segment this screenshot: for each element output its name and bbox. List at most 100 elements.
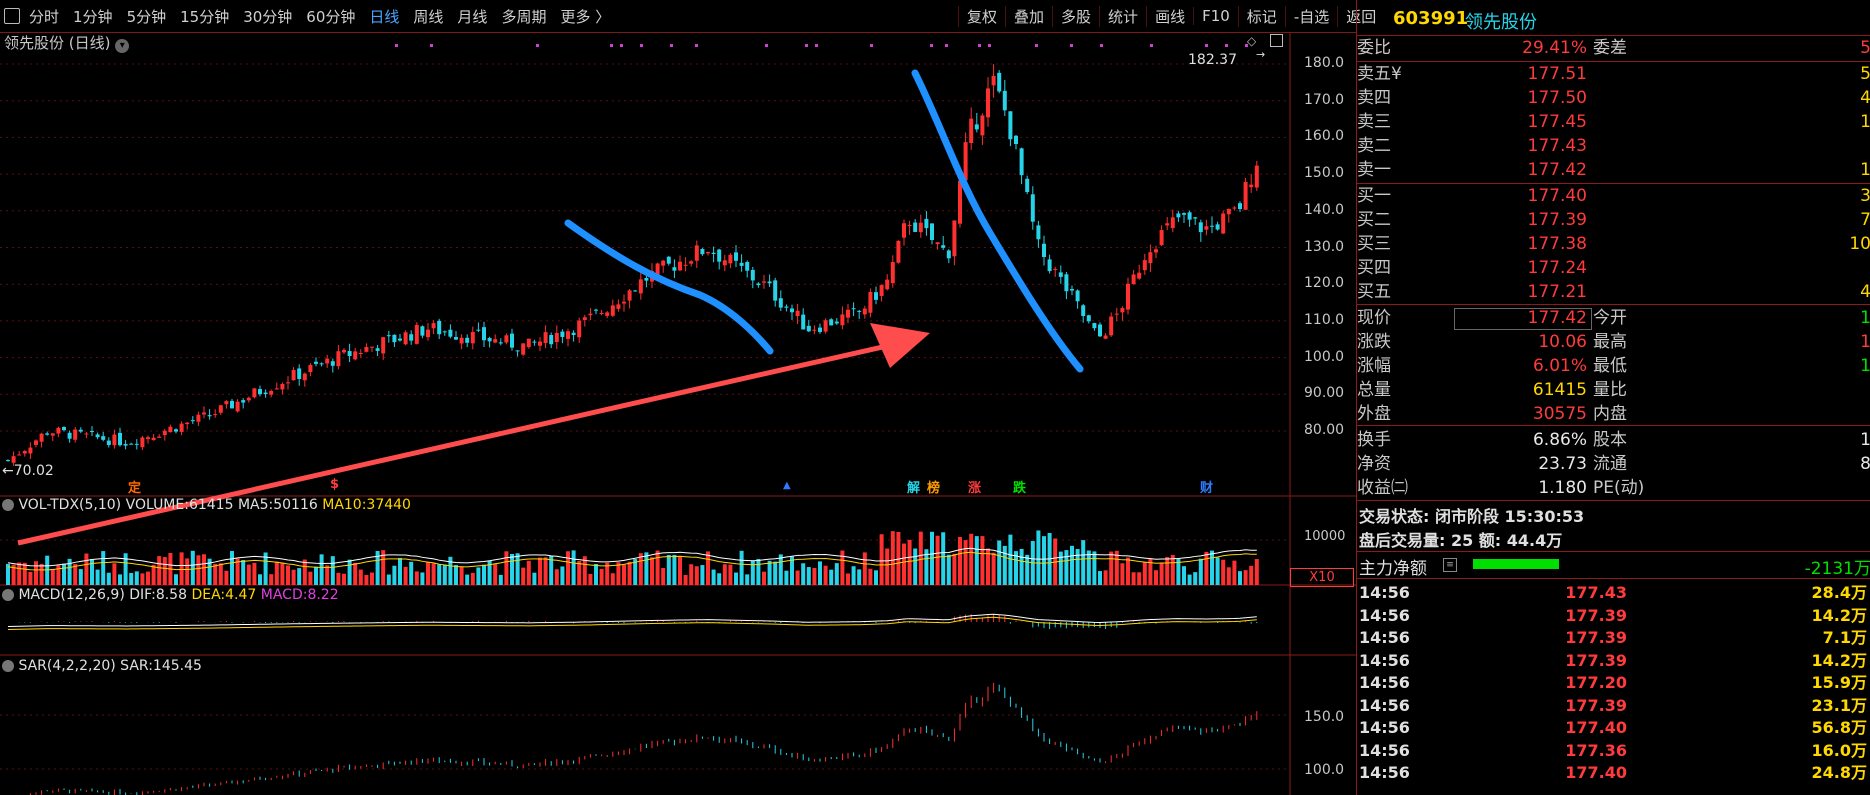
trade-status: 交易状态: 闭市阶段 15:30:53 xyxy=(1359,507,1585,526)
tick-row[interactable]: 14:56 177.40 56.8万 xyxy=(1357,717,1870,739)
event-marker[interactable]: 涨 xyxy=(968,477,981,496)
tab-period[interactable]: 多周期 xyxy=(494,6,553,27)
candle-body xyxy=(1109,316,1114,336)
tab-period[interactable]: 30分钟 xyxy=(236,6,299,27)
diamond-icon[interactable]: ◇ xyxy=(1247,34,1256,48)
signal-dot xyxy=(930,44,933,47)
sar-legend: SAR(4,2,2,20) SAR:145.45 xyxy=(2,658,202,674)
tool-button[interactable]: 多股 xyxy=(1052,5,1099,27)
price-tick: 180.0 xyxy=(1304,55,1345,71)
volume-bar xyxy=(885,548,890,585)
event-marker[interactable]: 解 xyxy=(907,477,920,496)
bid-price: 177.24 xyxy=(1527,258,1587,278)
ask-row[interactable]: 卖二 177.43 xyxy=(1357,134,1870,158)
sar-indicator-name[interactable]: SAR(4,2,2,20) xyxy=(18,658,115,674)
kline-chart[interactable] xyxy=(0,33,1356,795)
volume-bar xyxy=(246,564,251,585)
event-marker[interactable]: 跌 xyxy=(1013,477,1026,496)
candle-body xyxy=(622,301,626,304)
candle-body xyxy=(297,368,302,380)
list-icon[interactable]: ≡ xyxy=(1443,558,1457,572)
volume-bar xyxy=(179,552,184,585)
candle-body xyxy=(952,220,957,257)
tick-price: 177.39 xyxy=(1565,628,1627,647)
event-marker[interactable]: ▲ xyxy=(783,480,791,491)
bid-row[interactable]: 买五 177.21 4 xyxy=(1357,280,1870,304)
bid-row[interactable]: 买三 177.38 10 xyxy=(1357,232,1870,256)
volume-bar xyxy=(728,564,733,585)
candle-body xyxy=(146,437,150,440)
volume-bar xyxy=(554,569,559,585)
candle-body xyxy=(274,388,279,390)
bid-row[interactable]: 买四 177.24 xyxy=(1357,256,1870,280)
volume-bar xyxy=(342,573,346,585)
candle-body xyxy=(1042,243,1046,258)
event-marker[interactable]: 财 xyxy=(1200,477,1213,496)
gear-icon[interactable] xyxy=(2,499,14,511)
volume-bar xyxy=(655,550,660,585)
tick-time: 14:56 xyxy=(1359,740,1410,760)
panel-toggle-icon[interactable] xyxy=(1270,34,1283,47)
volume-bar xyxy=(644,552,649,585)
tool-button[interactable]: 统计 xyxy=(1099,5,1146,27)
tool-button[interactable]: -自选 xyxy=(1284,5,1337,27)
volume-bar xyxy=(386,574,391,585)
candle-body xyxy=(946,250,951,259)
volume-bar xyxy=(526,560,531,585)
tab-period[interactable]: 60分钟 xyxy=(299,6,362,27)
event-marker[interactable]: 定 xyxy=(128,477,141,496)
stat-value: 8 xyxy=(1860,454,1870,474)
tool-button[interactable]: 复权 xyxy=(958,5,1005,27)
gear-icon[interactable] xyxy=(2,660,14,672)
tick-row[interactable]: 14:56 177.39 14.2万 xyxy=(1357,605,1870,627)
volume-bar xyxy=(1193,572,1198,585)
tab-period-more[interactable]: 更多 〉 xyxy=(553,6,617,27)
volume-multiplier[interactable]: X10 xyxy=(1290,568,1354,587)
volume-indicator-name[interactable]: VOL-TDX(5,10) xyxy=(18,497,121,513)
bid-row[interactable]: 买一 177.40 3 xyxy=(1357,184,1870,208)
bid-row[interactable]: 买二 177.39 7 xyxy=(1357,208,1870,232)
candle-body xyxy=(862,308,867,315)
tab-period[interactable]: 1分钟 xyxy=(66,6,120,27)
tab-period[interactable]: 分时 xyxy=(22,6,66,27)
tool-button[interactable]: 标记 xyxy=(1237,5,1285,27)
candle-body xyxy=(17,454,22,456)
candle-body xyxy=(986,88,990,118)
signal-dot xyxy=(1100,44,1103,47)
gear-icon[interactable] xyxy=(2,589,14,601)
after-hours-info: 盘后交易量: 25 额: 44.4万 xyxy=(1359,531,1563,550)
tool-button[interactable]: 画线 xyxy=(1146,5,1193,27)
candle-body xyxy=(599,312,604,314)
stat-value: 30575 xyxy=(1532,404,1587,424)
tab-period[interactable]: 5分钟 xyxy=(120,6,174,27)
ask-row[interactable]: 卖四 177.50 4 xyxy=(1357,86,1870,110)
tick-row[interactable]: 14:56 177.40 24.8万 xyxy=(1357,762,1870,784)
tick-row[interactable]: 14:56 177.43 28.4万 xyxy=(1357,582,1870,604)
volume-bar xyxy=(482,564,486,585)
menu-icon[interactable] xyxy=(4,8,20,24)
tool-button[interactable]: 叠加 xyxy=(1005,5,1052,27)
event-marker[interactable]: 榜 xyxy=(927,477,940,496)
tick-row[interactable]: 14:56 177.20 15.9万 xyxy=(1357,672,1870,694)
tick-row[interactable]: 14:56 177.36 16.0万 xyxy=(1357,740,1870,762)
tab-period[interactable]: 周线 xyxy=(406,6,450,27)
ask-row[interactable]: 卖一 177.42 1 xyxy=(1357,158,1870,182)
candle-body xyxy=(610,305,615,316)
volume-bar xyxy=(1215,557,1220,585)
tab-period[interactable]: 15分钟 xyxy=(173,6,236,27)
tab-period[interactable]: 月线 xyxy=(450,6,494,27)
chevron-down-icon[interactable]: ▾ xyxy=(115,39,130,53)
tick-row[interactable]: 14:56 177.39 23.1万 xyxy=(1357,695,1870,717)
ask-row[interactable]: 卖三 177.45 1 xyxy=(1357,110,1870,134)
tool-button[interactable]: F10 xyxy=(1193,7,1238,25)
tab-period-daily[interactable]: 日线 xyxy=(362,6,406,27)
ask-row[interactable]: 卖五¥ 177.51 5 xyxy=(1357,62,1870,86)
volume-bar xyxy=(521,567,526,585)
volume-bar xyxy=(980,536,985,585)
volume-tick: 10000 xyxy=(1304,529,1346,544)
candle-body xyxy=(521,343,526,355)
event-marker[interactable]: $ xyxy=(330,477,339,492)
macd-indicator-name[interactable]: MACD(12,26,9) xyxy=(18,587,124,603)
tick-row[interactable]: 14:56 177.39 14.2万 xyxy=(1357,650,1870,672)
tick-row[interactable]: 14:56 177.39 7.1万 xyxy=(1357,627,1870,649)
